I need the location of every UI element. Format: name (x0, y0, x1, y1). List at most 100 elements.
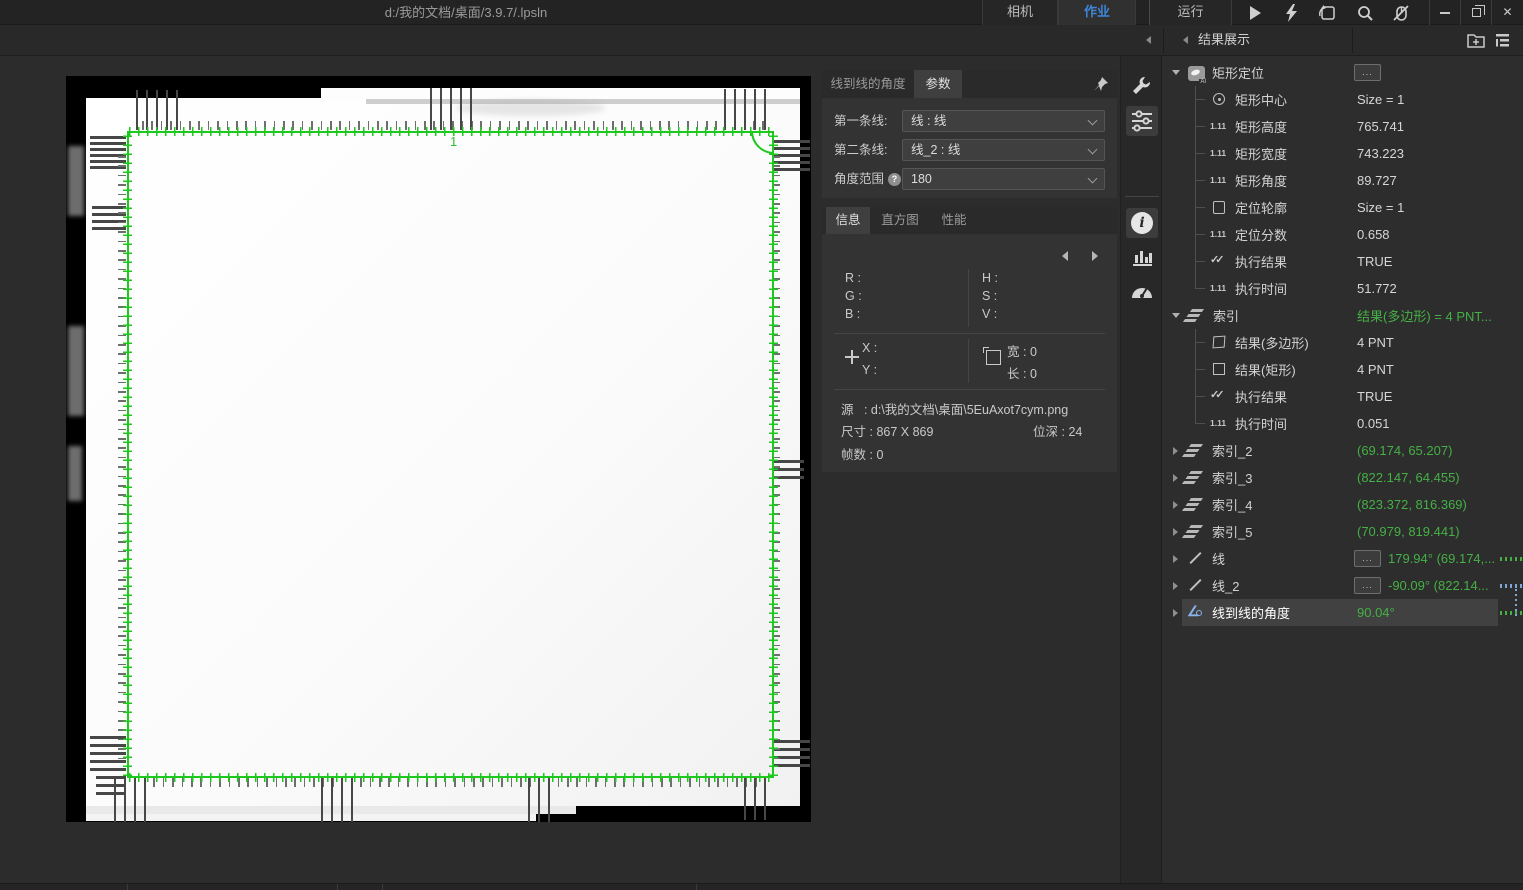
next-arrow-icon[interactable] (1092, 251, 1098, 261)
polygon-icon (1210, 334, 1228, 351)
tab-camera[interactable]: 相机 (982, 0, 1058, 25)
tree-row-label: 矩形宽度 (1235, 144, 1287, 163)
tab-parameters[interactable]: 参数 (914, 70, 962, 98)
tree-row[interactable]: 矩形高度765.741 (1162, 113, 1523, 140)
result-index-label: 1 (450, 134, 457, 149)
number-icon (1210, 145, 1228, 162)
tree-row-value: Size = 1 (1357, 200, 1404, 215)
expand-arrow-icon[interactable] (1173, 501, 1178, 509)
tree-row-value: (70.979, 819.441) (1357, 524, 1460, 539)
tree-row[interactable]: 结果(多边形)4 PNT (1162, 329, 1523, 356)
collapse-arrow-icon[interactable] (1172, 70, 1180, 75)
tree-row-value: 89.727 (1357, 173, 1397, 188)
tree-row[interactable]: 矩形中心Size = 1 (1162, 86, 1523, 113)
frames-row: 帧数 : 0 (841, 444, 883, 463)
tree-row-label: 结果(多边形) (1235, 333, 1309, 352)
minimize-button[interactable] (1429, 0, 1460, 25)
info-tab-icon[interactable]: i (1126, 208, 1158, 238)
more-button[interactable]: ... (1354, 64, 1381, 81)
expand-arrow-icon[interactable] (1173, 609, 1178, 617)
settings-sliders-icon[interactable] (1126, 106, 1158, 136)
frames-label: 帧数 : (841, 448, 873, 462)
collapse-panel-icon[interactable] (1146, 36, 1151, 44)
height-value: 0 (1030, 367, 1037, 381)
add-folder-icon[interactable] (1466, 31, 1486, 49)
expand-arrow-icon[interactable] (1173, 447, 1178, 455)
tree-row-label: 线_2 (1212, 576, 1239, 595)
tab-histogram[interactable]: 直方图 (872, 207, 928, 234)
s-label: S : (982, 289, 997, 303)
expand-arrow-icon[interactable] (1173, 582, 1178, 590)
tree-row-value: 结果(多边形) = 4 PNT... (1357, 306, 1492, 325)
side-toolbar: i (1120, 56, 1162, 883)
expand-arrow-icon[interactable] (1173, 474, 1178, 482)
histogram-tab-icon[interactable] (1126, 242, 1158, 272)
link-indicator (1500, 611, 1522, 615)
angle-range-select[interactable]: 180 (902, 168, 1105, 190)
tree-row[interactable]: 执行时间51.772 (1162, 275, 1523, 302)
tab-performance[interactable]: 性能 (932, 207, 976, 234)
tree-row-label: 定位轮廓 (1235, 198, 1287, 217)
collapse-arrow-icon[interactable] (1172, 313, 1180, 318)
tree-row[interactable]: 线...179.94° (69.174,... (1162, 545, 1523, 572)
mouse-disabled-icon[interactable] (1392, 4, 1410, 22)
tree-row[interactable]: 结果(矩形)4 PNT (1162, 356, 1523, 383)
ai-image-icon (1188, 66, 1205, 81)
more-button[interactable]: ... (1354, 550, 1381, 567)
tree-row[interactable]: 线到线的角度90.04° (1162, 599, 1523, 626)
line2-select[interactable]: 线_2 : 线 (902, 139, 1105, 161)
tree-row[interactable]: 执行结果TRUE (1162, 248, 1523, 275)
tree-row[interactable]: 定位分数0.658 (1162, 221, 1523, 248)
tree-row[interactable]: 矩形角度89.727 (1162, 167, 1523, 194)
tree-row-label: 矩形中心 (1235, 90, 1287, 109)
expand-arrow-icon[interactable] (1173, 555, 1178, 563)
tree-row[interactable]: 矩形宽度 743.223 (1162, 140, 1523, 167)
gauge-tab-icon[interactable] (1126, 276, 1158, 306)
restore-button[interactable] (1460, 0, 1491, 25)
tab-run[interactable]: 运行 (1149, 0, 1232, 25)
tree-row[interactable]: 索引_4(823.372, 816.369) (1162, 491, 1523, 518)
tree-row[interactable]: 执行时间0.051 (1162, 410, 1523, 437)
save-icon[interactable] (1318, 4, 1336, 22)
close-button[interactable]: ✕ (1491, 0, 1523, 25)
tree-list-icon[interactable] (1494, 32, 1512, 48)
tree-row[interactable]: 索引 结果(多边形) = 4 PNT... (1162, 302, 1523, 329)
tree-row[interactable]: 矩形定位... (1162, 59, 1523, 86)
layers-icon (1187, 442, 1205, 459)
number-icon (1210, 226, 1228, 243)
size-row: 尺寸 : 867 X 869 (841, 421, 933, 440)
prev-arrow-icon[interactable] (1062, 251, 1068, 261)
inspection-image: 1 (66, 76, 811, 822)
results-panel-title: 结果展示 (1198, 25, 1250, 56)
help-icon[interactable]: ? (888, 173, 901, 186)
tool-name-tab[interactable]: 线到线的角度 (822, 70, 914, 98)
tree-row[interactable]: 线_2...-90.09° (822.14... (1162, 572, 1523, 599)
collapse-results-icon[interactable] (1183, 36, 1188, 44)
titlebar: d:/我的文档/桌面/3.9.7/.lpsln 相机 作业 运行 (0, 0, 1523, 25)
height-label-text: 长 : (1007, 367, 1026, 381)
tab-job[interactable]: 作业 (1058, 0, 1136, 25)
param-panel-header: 线到线的角度 参数 (822, 70, 1117, 98)
check-icon (1210, 253, 1228, 270)
tree-row-value: 743.223 (1357, 146, 1404, 161)
tree-row-value: 0.658 (1357, 227, 1390, 242)
tree-row[interactable]: 执行结果TRUE (1162, 383, 1523, 410)
tree-row[interactable]: 索引_5(70.979, 819.441) (1162, 518, 1523, 545)
tree-row-label: 索引_2 (1212, 441, 1252, 460)
window-title: d:/我的文档/桌面/3.9.7/.lpsln (0, 0, 932, 25)
pin-icon[interactable] (1093, 76, 1109, 92)
search-icon[interactable] (1356, 4, 1374, 22)
tree-row[interactable]: 索引_3(822.147, 64.455) (1162, 464, 1523, 491)
tree-row[interactable]: 索引_2(69.174, 65.207) (1162, 437, 1523, 464)
tree-row[interactable]: 定位轮廓 Size = 1 (1162, 194, 1523, 221)
line1-select[interactable]: 线 : 线 (902, 110, 1105, 132)
tab-info[interactable]: 信息 (826, 207, 870, 234)
expand-arrow-icon[interactable] (1173, 528, 1178, 536)
wrench-tool-icon[interactable] (1126, 72, 1158, 102)
play-icon[interactable] (1246, 4, 1264, 22)
more-button[interactable]: ... (1354, 577, 1381, 594)
flash-run-icon[interactable] (1283, 4, 1301, 22)
tree-row-label: 索引 (1213, 306, 1239, 325)
height-label: 长 : 0 (1007, 363, 1037, 382)
tree-row-label: 索引_4 (1212, 495, 1252, 514)
